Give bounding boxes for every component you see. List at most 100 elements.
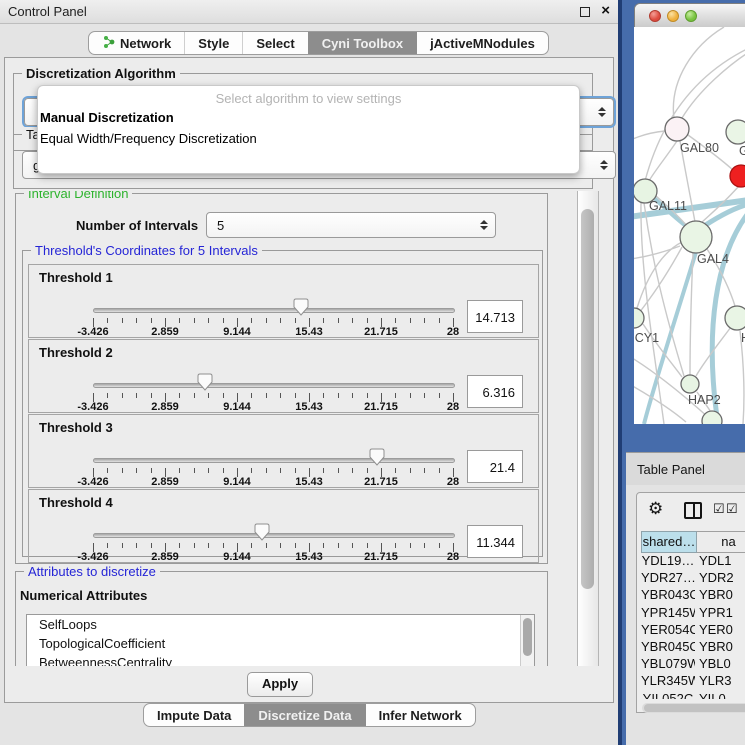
column-browser-icon[interactable] xyxy=(684,502,702,519)
table-header-row: shared…na xyxy=(641,531,745,553)
slider-track[interactable] xyxy=(93,533,455,538)
network-edge[interactable] xyxy=(682,52,745,118)
bottom-tab-infer-network[interactable]: Infer Network xyxy=(365,704,475,726)
node-table: shared…na YDL19…YDL1YDR27…YDR2YBR043CYBR… xyxy=(641,531,745,699)
network-node-label: GA xyxy=(739,144,745,158)
tab-jactivemnodules[interactable]: jActiveMNodules xyxy=(416,32,548,54)
attribute-list-item[interactable]: TopologicalCoefficient xyxy=(27,634,534,653)
main-scrollbar-thumb[interactable] xyxy=(581,209,594,589)
checkbox-icon[interactable]: ☑ xyxy=(713,501,725,517)
table-cell[interactable]: YBR043C xyxy=(641,587,695,604)
table-cell[interactable]: YPR145W xyxy=(641,605,695,622)
list-scrollbar[interactable] xyxy=(520,615,534,666)
table-hscrollbar[interactable] xyxy=(642,703,745,713)
network-node[interactable] xyxy=(725,306,745,330)
interval-definition-title: Interval Definition xyxy=(24,191,132,201)
threshold-value-field[interactable]: 6.316 xyxy=(467,375,523,408)
tab-network[interactable]: Network xyxy=(89,32,184,54)
network-edge[interactable] xyxy=(649,141,677,181)
table-row[interactable]: YDL19…YDL1 xyxy=(641,553,745,570)
table-column-header[interactable]: shared… xyxy=(641,531,697,553)
float-window-icon[interactable] xyxy=(580,7,590,17)
threshold-value-field[interactable]: 21.4 xyxy=(467,450,523,483)
table-row[interactable]: YER054CYER0 xyxy=(641,622,745,639)
network-edge[interactable] xyxy=(634,380,686,422)
close-icon[interactable]: × xyxy=(601,2,610,19)
table-panel-titlebar: Table Panel xyxy=(626,452,745,487)
slider-handle[interactable] xyxy=(197,373,213,391)
table-row[interactable]: YIL052CYIL0 xyxy=(641,691,745,700)
network-node[interactable] xyxy=(665,117,689,141)
table-cell[interactable]: YER054C xyxy=(641,622,695,639)
network-canvas[interactable]: GAL80GACGAL11GAL4GCY1HHAP2 xyxy=(634,27,745,424)
network-node[interactable] xyxy=(681,375,699,393)
table-row[interactable]: YPR145WYPR1 xyxy=(641,605,745,622)
threshold-value-field[interactable]: 11.344 xyxy=(467,525,523,558)
zoom-traffic-light-icon[interactable] xyxy=(685,10,697,22)
threshold-label: Threshold 2 xyxy=(39,345,113,360)
slider-handle[interactable] xyxy=(293,298,309,316)
table-row[interactable]: YBL079WYBL0 xyxy=(641,656,745,673)
network-node-label: GAL11 xyxy=(649,199,687,213)
table-cell[interactable]: YBR045C xyxy=(641,639,695,656)
slider-track[interactable] xyxy=(93,308,455,313)
network-node[interactable] xyxy=(680,221,712,253)
network-node[interactable] xyxy=(730,165,745,187)
table-cell[interactable]: YBR0 xyxy=(695,639,745,656)
table-cell[interactable]: YLR345W xyxy=(641,673,695,690)
window-title: Control Panel xyxy=(8,4,87,19)
attributes-group-title: Attributes to discretize xyxy=(24,564,160,579)
slider-handle[interactable] xyxy=(254,523,270,541)
network-edge[interactable] xyxy=(673,27,724,119)
network-node[interactable] xyxy=(634,308,644,328)
threshold-value-field[interactable]: 14.713 xyxy=(467,300,523,333)
tab-select[interactable]: Select xyxy=(242,32,307,54)
algorithm-option[interactable]: Equal Width/Frequency Discretization xyxy=(38,127,579,148)
close-traffic-light-icon[interactable] xyxy=(649,10,661,22)
table-cell[interactable]: YLR3 xyxy=(695,673,745,690)
table-cell[interactable]: YIL052C xyxy=(641,691,695,700)
table-cell[interactable]: YDL1 xyxy=(695,553,745,570)
algorithm-dropdown-popup: Select algorithm to view settings Manual… xyxy=(37,85,580,174)
slider-track[interactable] xyxy=(93,383,455,388)
table-cell[interactable]: YDR2 xyxy=(695,570,745,587)
gear-icon[interactable]: ⚙ xyxy=(648,499,663,519)
table-cell[interactable]: YDL19… xyxy=(641,553,695,570)
slider-handle[interactable] xyxy=(369,448,385,466)
combo-arrows-icon xyxy=(598,107,606,117)
table-row[interactable]: YBR045CYBR0 xyxy=(641,639,745,656)
table-cell[interactable]: YER0 xyxy=(695,622,745,639)
table-row[interactable]: YBR043CYBR0 xyxy=(641,587,745,604)
tab-label: Infer Network xyxy=(379,708,462,723)
table-column-header[interactable]: na xyxy=(697,531,745,553)
numerical-attributes-list[interactable]: SelfLoopsTopologicalCoefficientBetweenne… xyxy=(26,614,535,666)
slider-track[interactable] xyxy=(93,458,455,463)
checkbox-icon[interactable]: ☑ xyxy=(726,501,738,517)
number-of-intervals-combo[interactable]: 5 xyxy=(206,212,496,238)
algorithm-option[interactable]: Manual Discretization xyxy=(38,106,579,127)
table-cell[interactable]: YBR0 xyxy=(695,587,745,604)
thresholds-group: Threshold's Coordinates for 5 Intervals … xyxy=(22,250,543,557)
table-cell[interactable]: YBL0 xyxy=(695,656,745,673)
table-cell[interactable]: YDR27… xyxy=(641,570,695,587)
table-hscrollbar-thumb[interactable] xyxy=(644,704,745,712)
list-scrollbar-thumb[interactable] xyxy=(523,618,532,656)
bottom-tab-discretize-data[interactable]: Discretize Data xyxy=(244,704,364,726)
network-node[interactable] xyxy=(726,120,745,144)
table-row[interactable]: YLR345WYLR3 xyxy=(641,673,745,690)
attribute-list-item[interactable]: SelfLoops xyxy=(27,615,534,634)
main-scrollbar[interactable] xyxy=(577,191,599,666)
network-edge[interactable] xyxy=(645,48,745,181)
table-cell[interactable]: YPR1 xyxy=(695,605,745,622)
network-node[interactable] xyxy=(702,411,722,424)
network-window-titlebar[interactable] xyxy=(635,4,745,29)
table-cell[interactable]: YIL0 xyxy=(695,691,745,700)
table-cell[interactable]: YBL079W xyxy=(641,656,695,673)
tab-style[interactable]: Style xyxy=(184,32,242,54)
bottom-tab-impute-data[interactable]: Impute Data xyxy=(144,704,244,726)
apply-button[interactable]: Apply xyxy=(247,672,313,697)
tab-cyni-toolbox[interactable]: Cyni Toolbox xyxy=(308,32,416,54)
minimize-traffic-light-icon[interactable] xyxy=(667,10,679,22)
table-row[interactable]: YDR27…YDR2 xyxy=(641,570,745,587)
attribute-list-item[interactable]: BetweennessCentrality xyxy=(27,653,534,666)
